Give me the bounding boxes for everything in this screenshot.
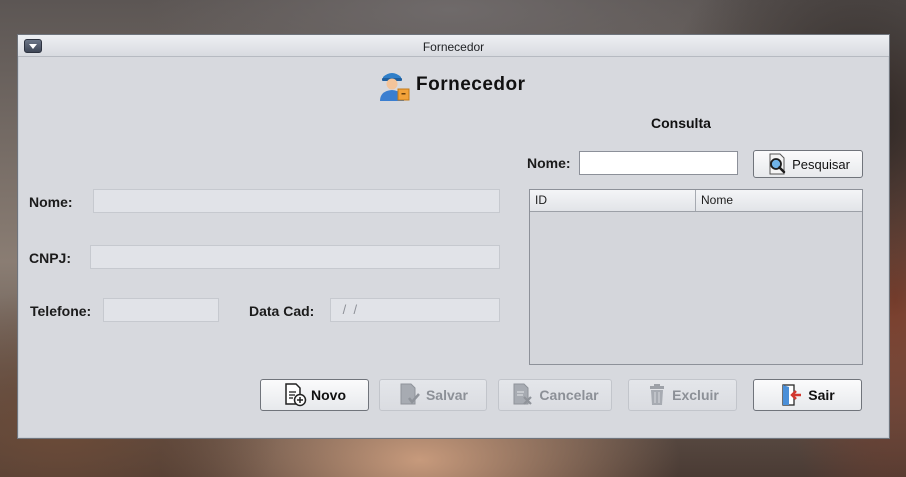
telefone-field[interactable]	[103, 298, 219, 322]
title-bar[interactable]: Fornecedor	[18, 35, 889, 57]
consulta-nome-label: Nome:	[527, 155, 571, 171]
cancelar-button[interactable]: Cancelar	[498, 379, 612, 411]
salvar-label: Salvar	[425, 387, 469, 403]
sair-label: Sair	[808, 387, 835, 403]
column-header-nome[interactable]: Nome	[696, 190, 862, 211]
column-header-id[interactable]: ID	[530, 190, 696, 211]
window-content: Fornecedor Nome: CNPJ: Telefone: Data Ca…	[18, 57, 889, 438]
save-document-icon	[400, 383, 420, 405]
pesquisar-label: Pesquisar	[792, 156, 850, 172]
new-document-icon	[285, 383, 307, 407]
window-title: Fornecedor	[422, 40, 485, 54]
sair-button[interactable]: Sair	[753, 379, 862, 411]
page-title: Fornecedor	[416, 74, 526, 95]
consulta-table[interactable]: ID Nome	[529, 189, 863, 365]
excluir-label: Excluir	[672, 387, 719, 403]
cancel-document-icon	[513, 383, 533, 405]
table-header: ID Nome	[530, 190, 862, 212]
novo-label: Novo	[311, 387, 346, 403]
excluir-button[interactable]: Excluir	[628, 379, 737, 411]
consulta-title: Consulta	[651, 115, 711, 131]
cancelar-label: Cancelar	[539, 387, 599, 403]
exit-door-icon	[782, 384, 802, 406]
pesquisar-button[interactable]: Pesquisar	[753, 150, 863, 178]
fornecedor-window: Fornecedor Fornecedor Nome: CNPJ: Telefo…	[17, 34, 890, 439]
supplier-person-icon	[380, 73, 410, 101]
salvar-button[interactable]: Salvar	[379, 379, 487, 411]
data-cad-label: Data Cad:	[249, 303, 315, 319]
cnpj-field[interactable]	[90, 245, 500, 269]
nome-label: Nome:	[29, 194, 73, 210]
cnpj-label: CNPJ:	[29, 250, 72, 266]
novo-button[interactable]: Novo	[260, 379, 369, 411]
consulta-search-input[interactable]	[579, 151, 738, 175]
search-document-icon	[769, 153, 786, 175]
page-heading: Fornecedor	[374, 67, 526, 103]
telefone-label: Telefone:	[30, 303, 92, 319]
data-cad-field[interactable]: / /	[330, 298, 500, 322]
nome-field[interactable]	[93, 189, 500, 213]
trash-icon	[650, 384, 665, 405]
